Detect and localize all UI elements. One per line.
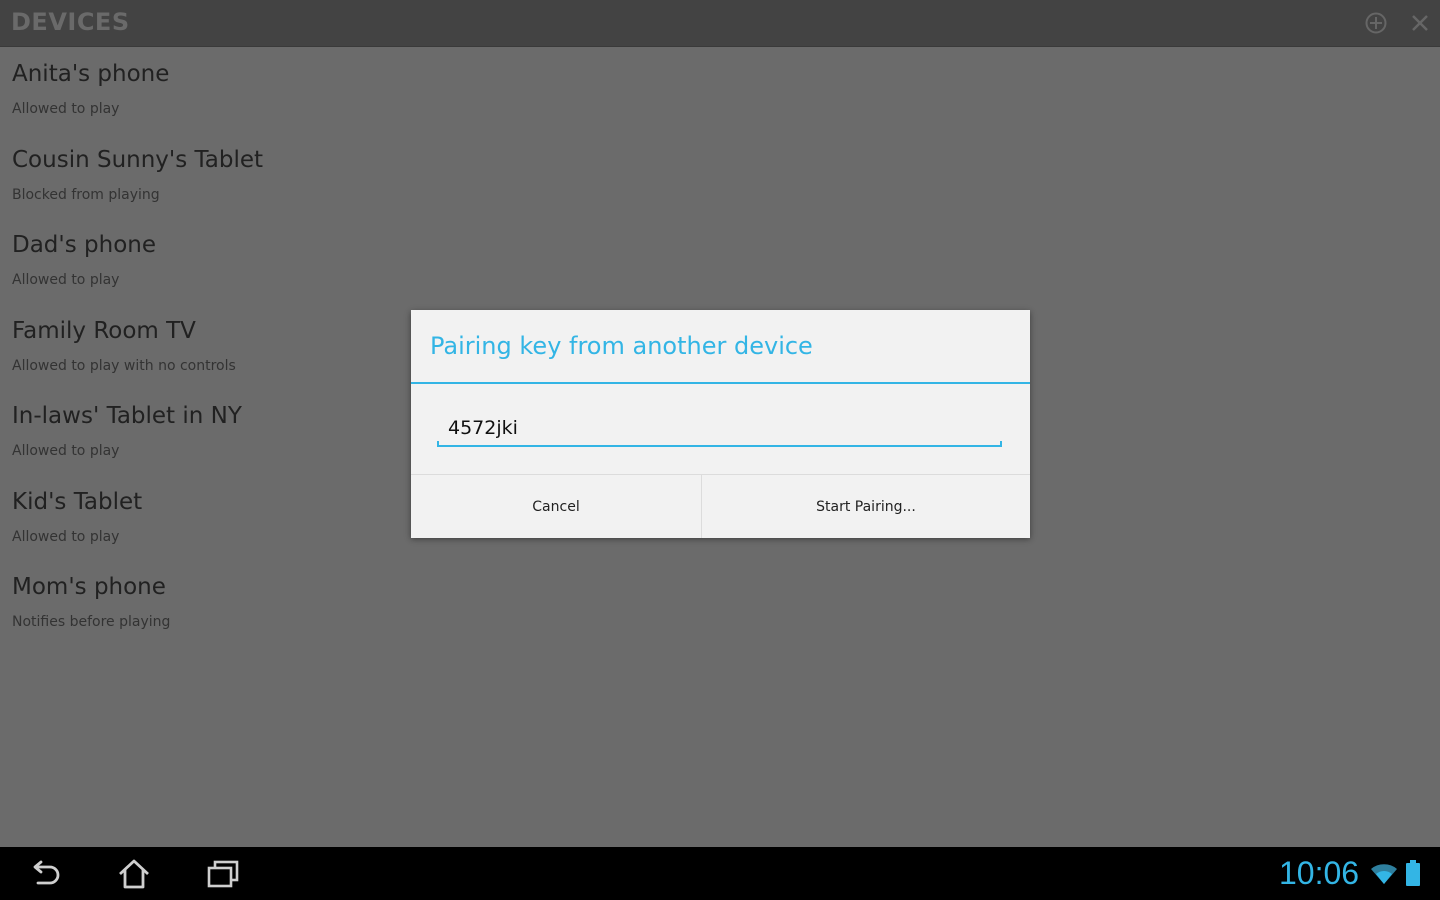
close-icon[interactable] bbox=[1408, 11, 1432, 35]
recents-icon[interactable] bbox=[205, 857, 241, 891]
page-title: DEVICES bbox=[11, 8, 130, 36]
device-status: Allowed to play bbox=[12, 528, 120, 545]
device-name: Family Room TV bbox=[12, 317, 196, 344]
device-name: Kid's Tablet bbox=[12, 488, 143, 515]
device-name: In-laws' Tablet in NY bbox=[12, 403, 242, 429]
navigation-bar: 10:06 bbox=[0, 847, 1440, 900]
device-status: Allowed to play bbox=[12, 272, 120, 288]
device-name: Dad's phone bbox=[12, 232, 156, 258]
dialog-divider bbox=[411, 382, 1030, 384]
device-name: Mom's phone bbox=[12, 574, 166, 600]
device-status: Blocked from playing bbox=[12, 186, 160, 203]
device-status: Notifies before playing bbox=[12, 614, 171, 630]
clock: 10:06 bbox=[1279, 855, 1360, 891]
device-item[interactable]: Dad's phone Allowed to play bbox=[0, 218, 400, 304]
action-bar: DEVICES bbox=[0, 0, 1440, 47]
device-list: Anita's phone Allowed to play Cousin Sun… bbox=[0, 47, 400, 646]
add-icon[interactable] bbox=[1364, 11, 1388, 35]
device-item[interactable]: In-laws' Tablet in NY Allowed to play bbox=[0, 389, 400, 475]
device-name: Cousin Sunny's Tablet bbox=[12, 146, 264, 173]
device-status: Allowed to play with no controls bbox=[12, 357, 236, 374]
dialog-title: Pairing key from another device bbox=[430, 332, 813, 360]
device-item[interactable]: Cousin Sunny's Tablet Blocked from playi… bbox=[0, 133, 400, 219]
device-item[interactable]: Kid's Tablet Allowed to play bbox=[0, 475, 400, 561]
device-name: Anita's phone bbox=[12, 61, 170, 87]
device-status: Allowed to play bbox=[12, 101, 120, 117]
screen: DEVICES Anita's phone Allowed to play Co… bbox=[0, 0, 1440, 900]
home-icon[interactable] bbox=[116, 857, 152, 891]
dialog-button-row: Cancel Start Pairing... bbox=[411, 474, 1030, 538]
device-status: Allowed to play bbox=[12, 443, 120, 459]
wifi-icon bbox=[1371, 864, 1397, 884]
battery-icon bbox=[1406, 860, 1420, 886]
pairing-key-input[interactable] bbox=[437, 410, 1002, 446]
back-icon[interactable] bbox=[28, 857, 64, 891]
start-pairing-button[interactable]: Start Pairing... bbox=[702, 475, 1030, 538]
device-item[interactable]: Family Room TV Allowed to play with no c… bbox=[0, 304, 400, 390]
device-item[interactable]: Anita's phone Allowed to play bbox=[0, 47, 400, 133]
pairing-dialog: Pairing key from another device Cancel S… bbox=[411, 310, 1030, 538]
device-item[interactable]: Mom's phone Notifies before playing bbox=[0, 560, 400, 646]
cancel-button[interactable]: Cancel bbox=[411, 475, 702, 538]
input-underline bbox=[437, 441, 1002, 447]
